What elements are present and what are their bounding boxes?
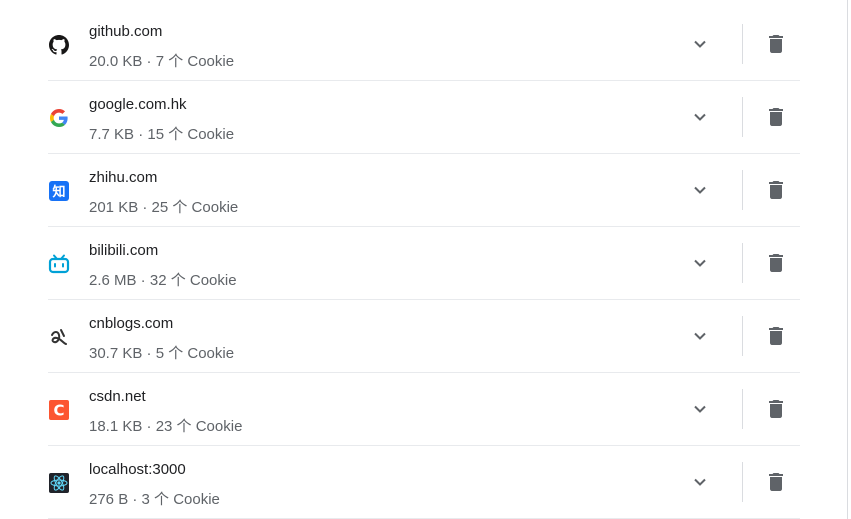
chevron-down-icon	[694, 259, 706, 267]
site-row: 知 zhihu.com 201 KB · 25 个 Cookie	[48, 154, 800, 227]
delete-button[interactable]	[760, 28, 792, 60]
chevron-down-icon	[694, 478, 706, 486]
chevron-down-icon	[694, 405, 706, 413]
github-icon	[48, 34, 70, 56]
site-row: cnblogs.com 30.7 KB · 5 个 Cookie	[48, 300, 800, 373]
site-storage-info: 2.6 MB · 32 个 Cookie	[89, 272, 237, 289]
delete-button[interactable]	[760, 247, 792, 279]
expand-button[interactable]	[684, 174, 716, 206]
site-storage-info: 30.7 KB · 5 个 Cookie	[89, 345, 235, 362]
expand-button[interactable]	[684, 28, 716, 60]
action-divider	[742, 316, 743, 356]
panel-edge	[847, 0, 848, 519]
site-name: cnblogs.com	[89, 315, 174, 332]
site-storage-info: 201 KB · 25 个 Cookie	[89, 199, 239, 216]
expand-button[interactable]	[684, 101, 716, 133]
site-row: C csdn.net 18.1 KB · 23 个 Cookie	[48, 373, 800, 446]
chevron-down-icon	[694, 40, 706, 48]
chevron-down-icon	[694, 186, 706, 194]
site-name: zhihu.com	[89, 169, 158, 186]
trash-icon	[769, 473, 783, 491]
site-name: localhost:3000	[89, 461, 186, 478]
delete-button[interactable]	[760, 466, 792, 498]
chevron-down-icon	[694, 332, 706, 340]
site-name: google.com.hk	[89, 96, 187, 113]
trash-icon	[769, 254, 783, 272]
action-divider	[742, 24, 743, 64]
action-divider	[742, 389, 743, 429]
delete-button[interactable]	[760, 174, 792, 206]
delete-button[interactable]	[760, 320, 792, 352]
delete-button[interactable]	[760, 393, 792, 425]
site-row: google.com.hk 7.7 KB · 15 个 Cookie	[48, 81, 800, 154]
site-storage-info: 276 B · 3 个 Cookie	[89, 491, 220, 508]
site-storage-info: 20.0 KB · 7 个 Cookie	[89, 53, 235, 70]
site-list: github.com 20.0 KB · 7 个 Cookie google.c…	[48, 8, 800, 519]
trash-icon	[769, 181, 783, 199]
expand-button[interactable]	[684, 466, 716, 498]
site-storage-info: 18.1 KB · 23 个 Cookie	[89, 418, 243, 435]
chevron-down-icon	[694, 113, 706, 121]
delete-button[interactable]	[760, 101, 792, 133]
csdn-icon: C	[48, 399, 70, 421]
action-divider	[742, 243, 743, 283]
site-name: csdn.net	[89, 388, 146, 405]
svg-text:C: C	[53, 402, 64, 420]
site-row: github.com 20.0 KB · 7 个 Cookie	[48, 8, 800, 81]
site-storage-info: 7.7 KB · 15 个 Cookie	[89, 126, 235, 143]
action-divider	[742, 170, 743, 210]
site-row: bilibili.com 2.6 MB · 32 个 Cookie	[48, 227, 800, 300]
bilibili-icon	[48, 253, 70, 275]
google-icon	[48, 107, 70, 129]
react-icon	[48, 472, 70, 494]
site-name: github.com	[89, 23, 163, 40]
svg-text:知: 知	[52, 184, 65, 200]
expand-button[interactable]	[684, 393, 716, 425]
cnblogs-icon	[48, 326, 70, 348]
expand-button[interactable]	[684, 320, 716, 352]
site-row: localhost:3000 276 B · 3 个 Cookie	[48, 446, 800, 519]
expand-button[interactable]	[684, 247, 716, 279]
action-divider	[742, 462, 743, 502]
site-name: bilibili.com	[89, 242, 159, 259]
trash-icon	[769, 108, 783, 126]
trash-icon	[769, 35, 783, 53]
zhihu-icon: 知	[48, 180, 70, 202]
trash-icon	[769, 327, 783, 345]
trash-icon	[769, 400, 783, 418]
action-divider	[742, 97, 743, 137]
